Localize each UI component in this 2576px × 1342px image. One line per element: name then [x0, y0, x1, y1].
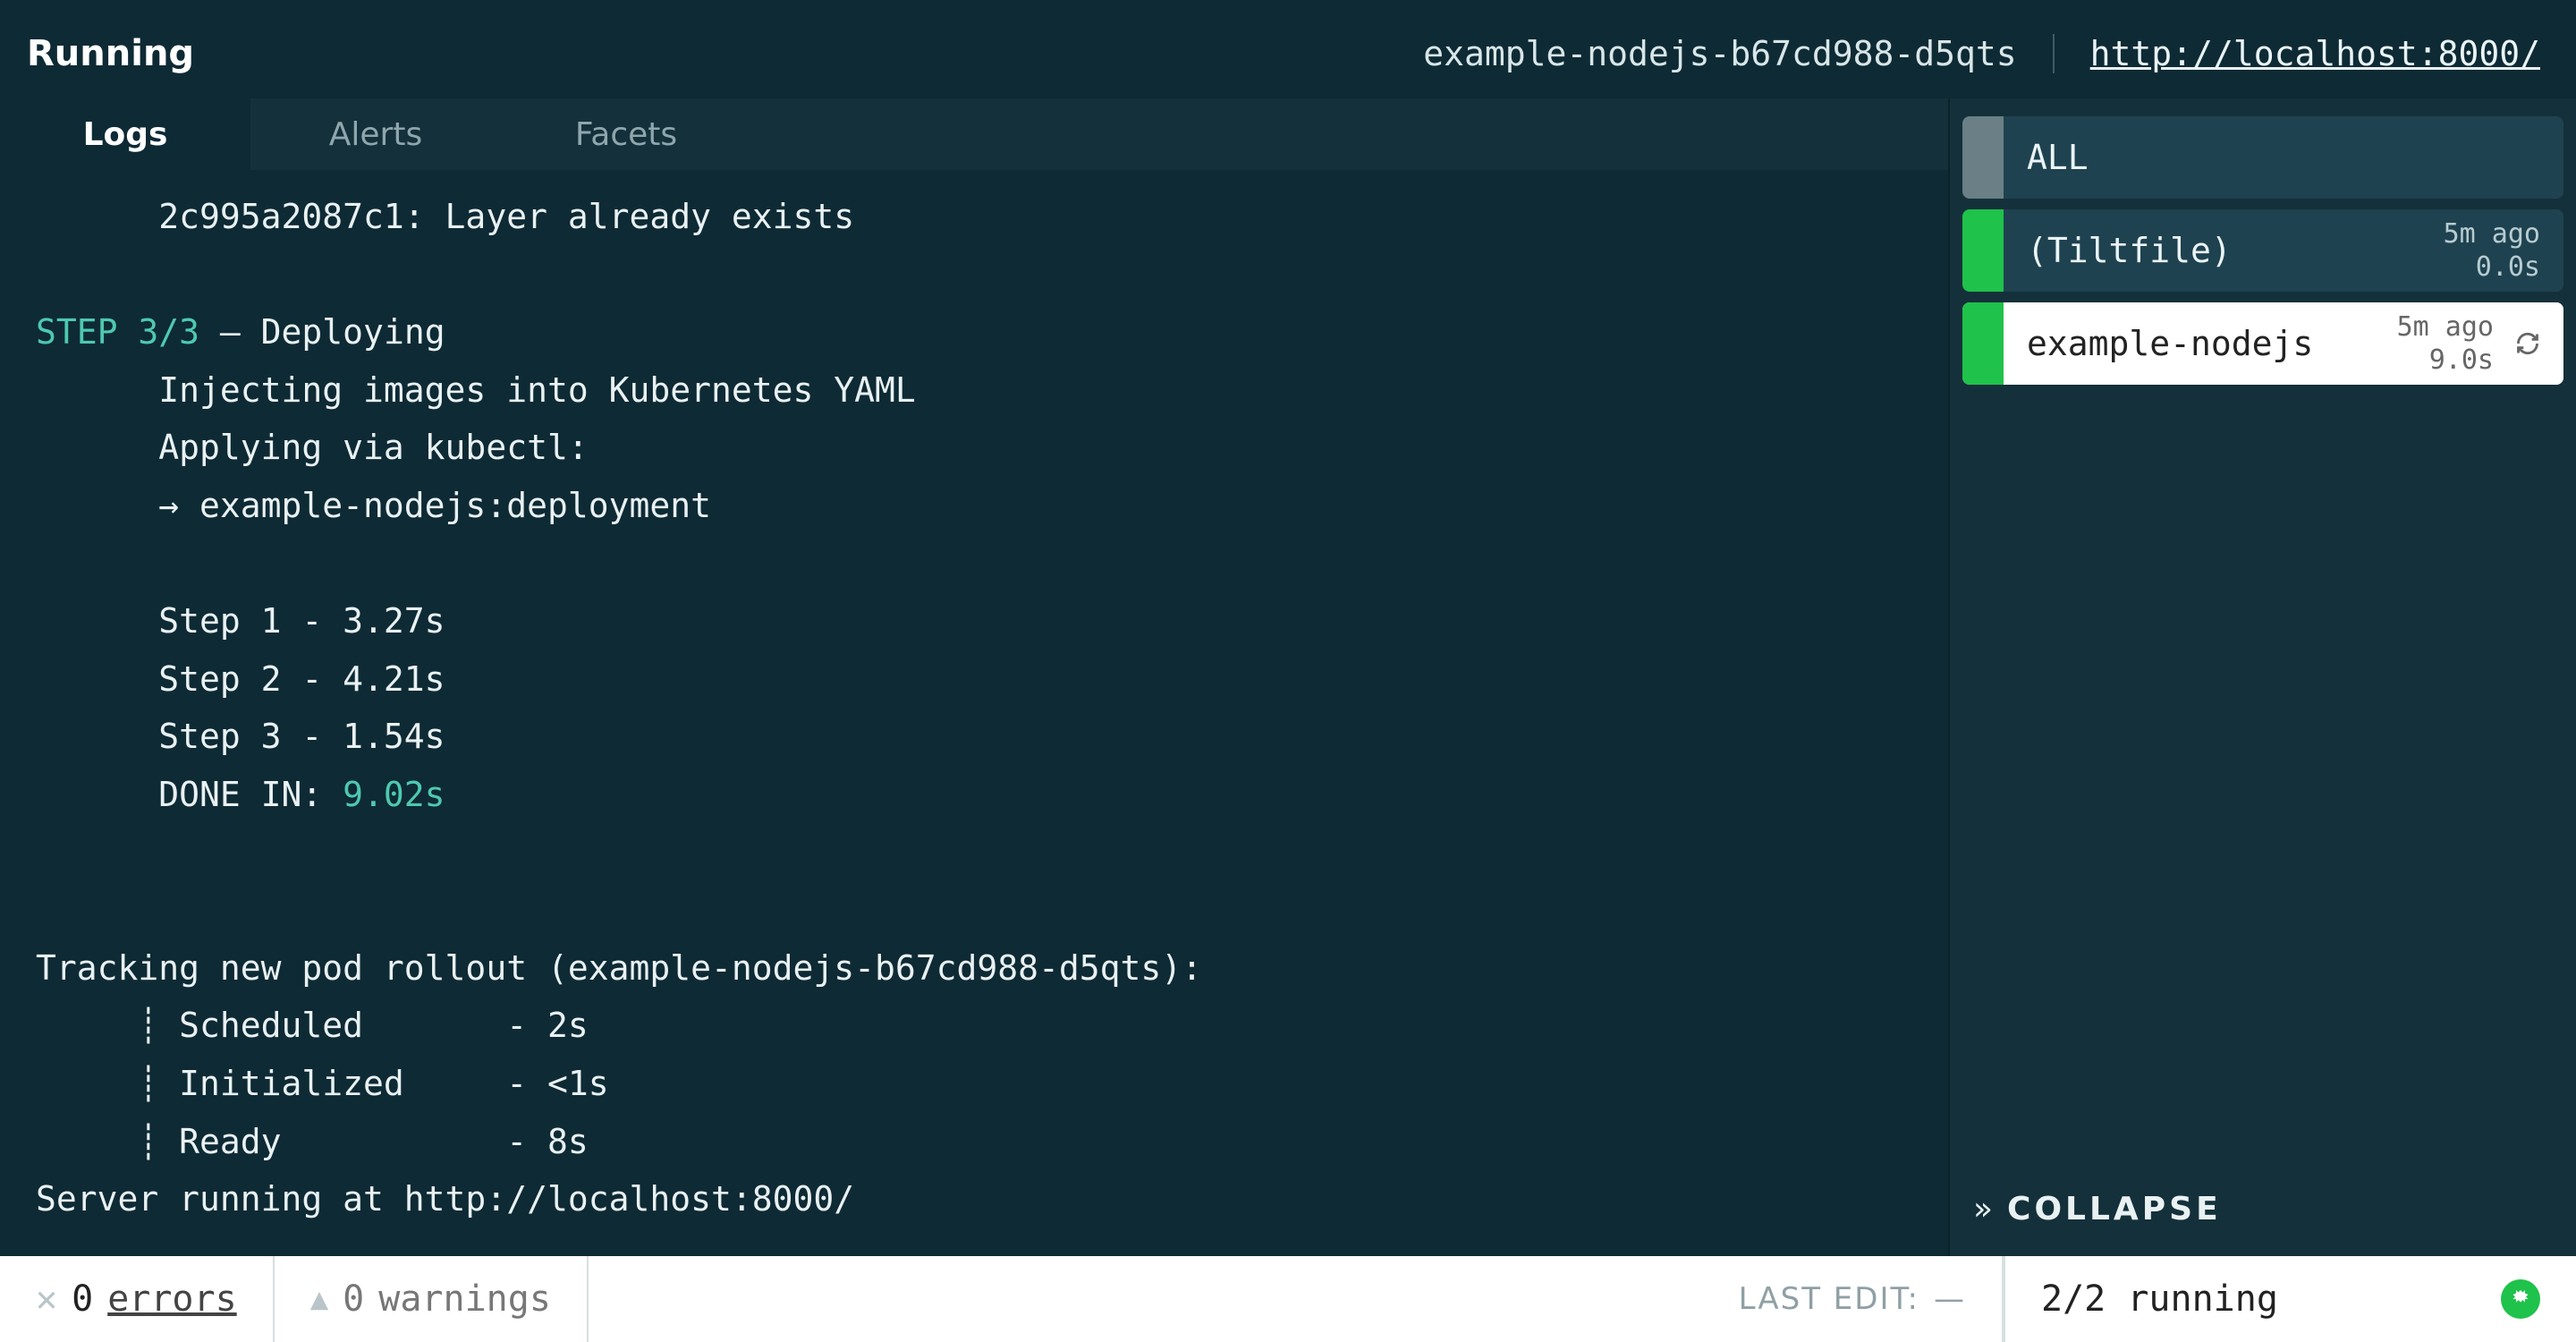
collapse-label: COLLAPSE: [2007, 1191, 2222, 1227]
log-line: Applying via kubectl:: [36, 428, 589, 467]
warnings-label: warnings: [378, 1278, 551, 1320]
log-line: ┊ Initialized - <1s: [36, 1064, 609, 1103]
log-line: 2c995a2087c1: Layer already exists: [36, 197, 854, 236]
log-line: Injecting images into Kubernetes YAML: [36, 370, 916, 410]
log-line: Step 3 - 1.54s: [36, 717, 445, 756]
warning-icon: ▲: [310, 1281, 328, 1317]
sidebar-item-duration: 0.0s: [2444, 251, 2540, 285]
sidebar-item-ago: 5m ago: [2444, 217, 2540, 251]
log-line: Tracking new pod rollout (example-nodejs…: [36, 948, 1202, 988]
tab-facets[interactable]: Facets: [501, 98, 751, 170]
resource-sidebar: ALL (Tiltfile) 5m ago 0.0s example-nodej…: [1950, 98, 2576, 1256]
running-count: 2/2 running: [2041, 1278, 2278, 1320]
status-footer: ✕ 0 errors ▲ 0 warnings LAST EDIT: — 2/2…: [0, 1256, 2576, 1342]
tab-alerts[interactable]: Alerts: [250, 98, 501, 170]
warnings-cell[interactable]: ▲ 0 warnings: [275, 1256, 589, 1342]
endpoint-link[interactable]: http://localhost:8000/: [2090, 34, 2540, 73]
errors-cell[interactable]: ✕ 0 errors: [0, 1256, 275, 1342]
running-cell: 2/2 running: [2004, 1256, 2576, 1342]
status-ok-icon: [2501, 1279, 2540, 1319]
sidebar-item-label: ALL: [2027, 138, 2089, 177]
status-stripe: [1962, 209, 2004, 292]
last-edit-cell: LAST EDIT: —: [1703, 1256, 2004, 1342]
errors-count: 0: [72, 1278, 93, 1320]
pod-name: example-nodejs-b67cd988-d5qts: [1423, 34, 2016, 73]
log-step-sep: —: [199, 312, 261, 352]
errors-link[interactable]: errors: [107, 1278, 237, 1320]
chevron-right-icon: »: [1973, 1191, 1993, 1227]
log-done-time: 9.02s: [343, 775, 445, 814]
log-line: Step 2 - 4.21s: [36, 659, 445, 699]
sidebar-item-tiltfile[interactable]: (Tiltfile) 5m ago 0.0s: [1962, 209, 2563, 292]
log-line: Server running at http://localhost:8000/: [36, 1179, 854, 1219]
sidebar-item-duration: 9.0s: [2397, 344, 2494, 378]
sidebar-item-example-nodejs[interactable]: example-nodejs 5m ago 9.0s: [1962, 302, 2563, 385]
log-line: → example-nodejs:deployment: [36, 486, 711, 525]
log-step-label: STEP 3/3: [36, 312, 199, 352]
sidebar-item-label: example-nodejs: [2027, 324, 2313, 363]
sidebar-item-label: (Tiltfile): [2027, 231, 2232, 270]
log-line: Step 1 - 3.27s: [36, 601, 445, 641]
tab-bar: Logs Alerts Facets: [0, 98, 1948, 170]
status-stripe: [1962, 116, 2004, 199]
tab-logs[interactable]: Logs: [0, 98, 250, 170]
header-bar: Running example-nodejs-b67cd988-d5qts ht…: [0, 0, 2576, 98]
status-label: Running: [27, 33, 194, 74]
x-icon: ✕: [36, 1278, 57, 1320]
collapse-button[interactable]: » COLLAPSE: [1962, 1178, 2563, 1247]
log-done-prefix: DONE IN:: [36, 775, 343, 814]
header-meta: example-nodejs-b67cd988-d5qts http://loc…: [1423, 34, 2540, 73]
log-line: ┊ Scheduled - 2s: [36, 1006, 589, 1045]
refresh-icon[interactable]: [2515, 331, 2540, 356]
last-edit-value: —: [1934, 1281, 1966, 1317]
log-pane[interactable]: 2c995a2087c1: Layer already exists STEP …: [0, 170, 1948, 1256]
warnings-count: 0: [343, 1278, 364, 1320]
last-edit-label: LAST EDIT:: [1739, 1281, 1919, 1317]
status-stripe: [1962, 302, 2004, 385]
log-step-title: Deploying: [261, 312, 445, 352]
log-line: ┊ Ready - 8s: [36, 1122, 589, 1161]
header-divider: [2053, 34, 2055, 73]
sidebar-item-ago: 5m ago: [2397, 310, 2494, 344]
sidebar-item-all[interactable]: ALL: [1962, 116, 2563, 199]
